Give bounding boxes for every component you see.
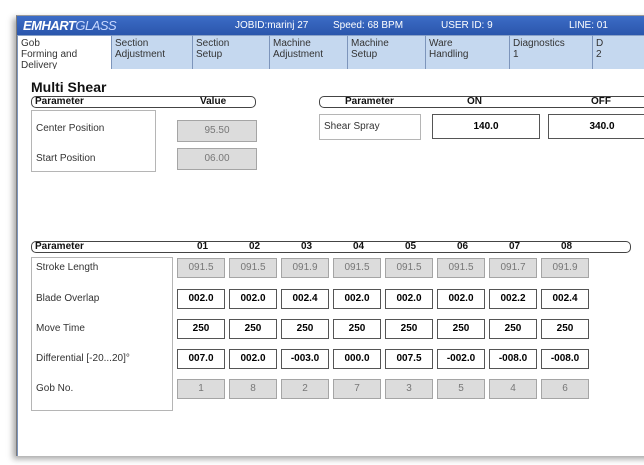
grid-cell: 091.9 xyxy=(281,258,329,278)
tab-4[interactable]: Machine Adjustment xyxy=(269,35,347,69)
tab-2[interactable]: Section Adjustment xyxy=(111,35,192,69)
grid-cell[interactable]: 002.0 xyxy=(229,289,277,309)
shear-spray-on-input[interactable]: 140.0 xyxy=(432,114,540,139)
grid-header xyxy=(31,241,631,253)
header-off: OFF xyxy=(591,96,611,107)
grid-column-08: 08 xyxy=(561,241,573,252)
grid-cell[interactable]: 002.0 xyxy=(229,349,277,369)
grid-cell[interactable]: 250 xyxy=(177,319,225,339)
grid-cell[interactable]: 002.0 xyxy=(333,289,381,309)
job-id: JOBID:marinj 27 xyxy=(235,20,309,31)
grid-row-label: Gob No. xyxy=(36,383,74,394)
shear-spray-off-input[interactable]: 340.0 xyxy=(548,114,644,139)
grid-cell: 091.5 xyxy=(177,258,225,278)
grid-cell: 1 xyxy=(177,379,225,399)
grid-cell: 8 xyxy=(229,379,277,399)
grid-cell[interactable]: 250 xyxy=(489,319,537,339)
grid-cell: 091.5 xyxy=(333,258,381,278)
user-id: USER ID: 9 xyxy=(441,20,493,31)
grid-cell[interactable]: -003.0 xyxy=(281,349,329,369)
grid-column-03: 03 xyxy=(301,241,313,252)
grid-cell[interactable]: 250 xyxy=(541,319,589,339)
tab-5[interactable]: Machine Setup xyxy=(347,35,425,69)
grid-cell: 091.5 xyxy=(385,258,433,278)
grid-column-06: 06 xyxy=(457,241,469,252)
grid-cell: 3 xyxy=(385,379,433,399)
application-window: EMHARTGLASS JOBID:marinj 27 Speed: 68 BP… xyxy=(16,15,644,456)
grid-row-label: Differential [-20...20]° xyxy=(36,353,130,364)
speed-readout: Speed: 68 BPM xyxy=(333,20,404,31)
tab-7[interactable]: Diagnostics 1 xyxy=(509,35,592,69)
grid-cell[interactable]: -008.0 xyxy=(541,349,589,369)
header-parameter: Parameter xyxy=(35,96,84,107)
grid-cell: 2 xyxy=(281,379,329,399)
grid-cell: 5 xyxy=(437,379,485,399)
tab-1[interactable]: Gob Forming and Delivery xyxy=(17,35,111,71)
grid-cell[interactable]: 250 xyxy=(333,319,381,339)
page-title: Multi Shear xyxy=(31,79,107,95)
grid-column-05: 05 xyxy=(405,241,417,252)
tab-3[interactable]: Section Setup xyxy=(192,35,269,69)
header-parameter-right: Parameter xyxy=(345,96,394,107)
grid-cell: 6 xyxy=(541,379,589,399)
shear-spray-label: Shear Spray xyxy=(324,121,380,132)
grid-cell: 4 xyxy=(489,379,537,399)
grid-cell: 091.9 xyxy=(541,258,589,278)
grid-cell: 091.5 xyxy=(229,258,277,278)
grid-cell[interactable]: 250 xyxy=(385,319,433,339)
grid-cell[interactable]: 250 xyxy=(281,319,329,339)
grid-row-label: Stroke Length xyxy=(36,262,99,273)
center-position-label: Center Position xyxy=(36,123,105,134)
grid-cell[interactable]: -002.0 xyxy=(437,349,485,369)
grid-cell[interactable]: 250 xyxy=(229,319,277,339)
center-position-value: 95.50 xyxy=(177,120,257,142)
grid-column-04: 04 xyxy=(353,241,365,252)
grid-row-label: Blade Overlap xyxy=(36,293,100,304)
grid-column-07: 07 xyxy=(509,241,521,252)
grid-header-parameter: Parameter xyxy=(35,241,84,252)
grid-row-label: Move Time xyxy=(36,323,85,334)
grid-cell[interactable]: 002.0 xyxy=(177,289,225,309)
grid-cell[interactable]: 002.2 xyxy=(489,289,537,309)
tab-bar: Gob Forming and Delivery Section Adjustme… xyxy=(17,35,644,71)
grid-cell[interactable]: 007.5 xyxy=(385,349,433,369)
brand-logo: EMHARTGLASS xyxy=(23,18,117,33)
title-bar: EMHARTGLASS JOBID:marinj 27 Speed: 68 BP… xyxy=(17,16,644,35)
line-id: LINE: 01 xyxy=(569,20,608,31)
grid-cell[interactable]: -008.0 xyxy=(489,349,537,369)
grid-column-02: 02 xyxy=(249,241,261,252)
grid-cell[interactable]: 002.4 xyxy=(541,289,589,309)
grid-cell[interactable]: 250 xyxy=(437,319,485,339)
grid-cell[interactable]: 002.0 xyxy=(437,289,485,309)
grid-cell[interactable]: 007.0 xyxy=(177,349,225,369)
grid-column-01: 01 xyxy=(197,241,209,252)
start-position-label: Start Position xyxy=(36,153,96,164)
grid-cell[interactable]: 000.0 xyxy=(333,349,381,369)
grid-cell: 091.5 xyxy=(437,258,485,278)
header-on: ON xyxy=(467,96,482,107)
grid-cell: 7 xyxy=(333,379,381,399)
grid-cell[interactable]: 002.0 xyxy=(385,289,433,309)
start-position-value: 06.00 xyxy=(177,148,257,170)
tab-6[interactable]: Ware Handling xyxy=(425,35,509,69)
header-value: Value xyxy=(200,96,227,107)
grid-cell[interactable]: 002.4 xyxy=(281,289,329,309)
tab-8[interactable]: D 2 xyxy=(592,35,644,69)
grid-cell: 091.7 xyxy=(489,258,537,278)
